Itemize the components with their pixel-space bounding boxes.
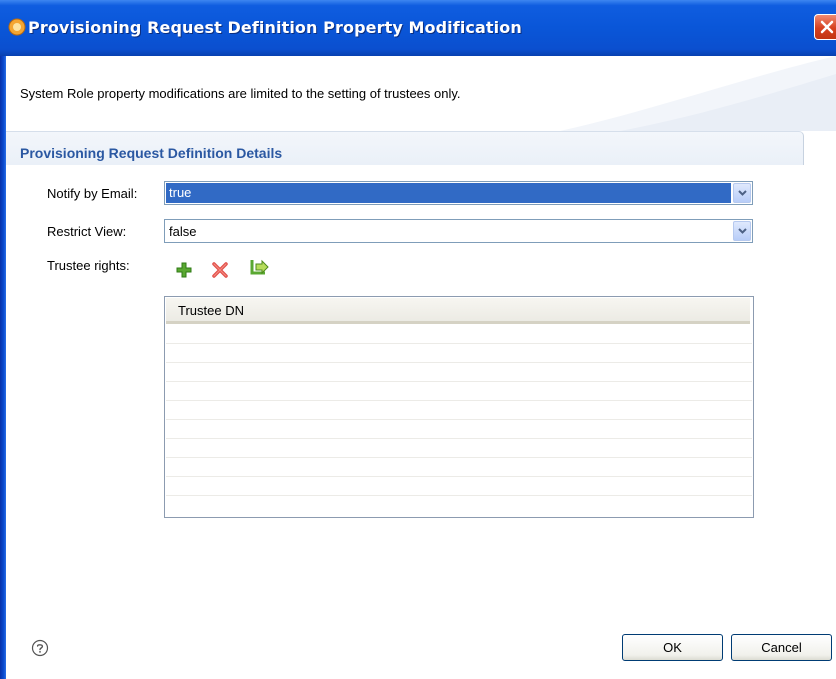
dropdown-button[interactable] [733,221,751,241]
edit-icon[interactable] [246,257,269,277]
restrict-view-label: Restrict View: [47,224,127,239]
notify-email-select[interactable]: true [164,181,753,205]
table-row[interactable] [166,381,752,382]
restrict-view-select[interactable]: false [164,219,753,243]
restrict-view-value: false [169,224,197,239]
window-title: Provisioning Request Definition Property… [28,18,522,37]
chevron-down-icon [738,228,747,234]
table-row[interactable] [166,362,752,363]
close-icon [820,20,834,34]
trustee-rights-label: Trustee rights: [47,258,130,273]
close-button[interactable] [814,14,836,40]
notify-email-value: true [169,185,192,200]
table-row[interactable] [166,457,752,458]
table-row[interactable] [166,476,752,477]
cancel-button[interactable]: Cancel [731,634,832,661]
table-row[interactable] [166,438,752,439]
banner-decoration [560,56,836,131]
add-icon[interactable] [174,260,194,280]
chevron-down-icon [738,190,747,196]
ok-button[interactable]: OK [622,634,723,661]
table-row[interactable] [166,343,752,344]
delete-icon[interactable] [210,260,230,280]
trustee-table[interactable]: Trustee DN [164,296,754,518]
table-row[interactable] [166,419,752,420]
column-title: Trustee DN [178,303,244,318]
section-title: Provisioning Request Definition Details [20,145,283,161]
dropdown-button[interactable] [733,183,751,203]
table-header-trustee-dn[interactable]: Trustee DN [166,298,750,324]
table-row[interactable] [166,400,752,401]
table-row[interactable] [166,495,752,496]
help-icon[interactable] [31,639,49,657]
info-message: System Role property modifications are l… [20,86,461,101]
app-icon [8,18,26,36]
notify-email-label: Notify by Email: [47,186,138,201]
selection-highlight [166,183,731,203]
